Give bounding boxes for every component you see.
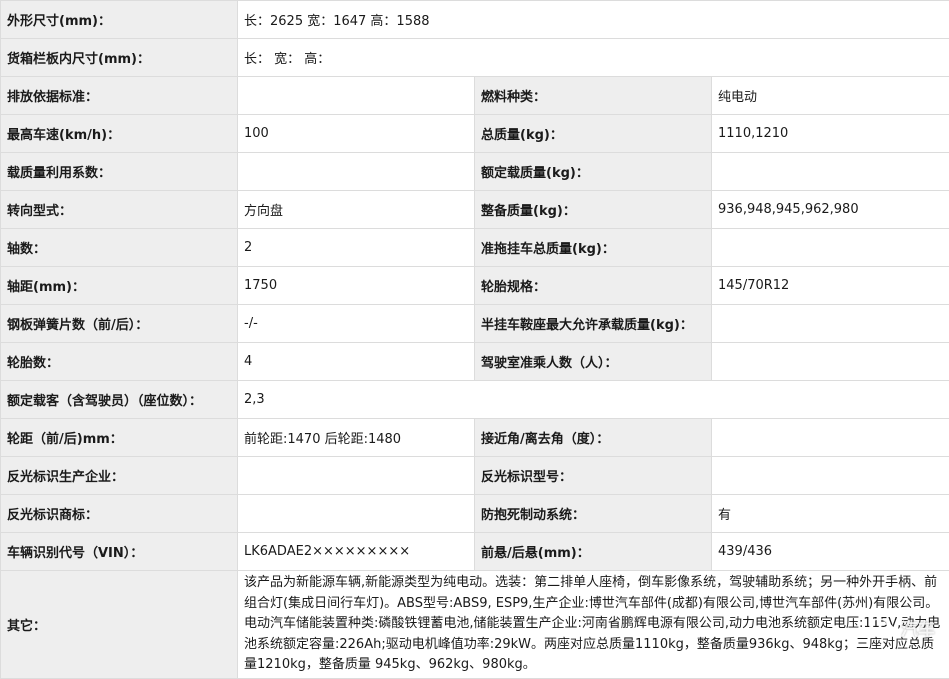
table-row: 载质量利用系数： 额定载质量(kg)： [1, 153, 949, 191]
field-value: 100 [238, 115, 475, 153]
vehicle-spec-table: 外形尺寸(mm)：长：2625 宽：1647 高：1588货箱栏板内尺寸(mm)… [0, 0, 949, 679]
table-row-other: 其它：该产品为新能源车辆,新能源类型为纯电动。选装：第二排单人座椅，倒车影像系统… [1, 571, 949, 679]
field-value: 长：2625 宽：1647 高：1588 [238, 1, 949, 39]
field-value [238, 495, 475, 533]
field-value: LK6ADAE2××××××××× [238, 533, 475, 571]
table-row: 轴距(mm)：1750轮胎规格：145/70R12 [1, 267, 949, 305]
table-row: 反光标识生产企业： 反光标识型号： [1, 457, 949, 495]
field-label: 反光标识商标： [1, 495, 238, 533]
table-row: 反光标识商标： 防抱死制动系统：有 [1, 495, 949, 533]
field-label: 外形尺寸(mm)： [1, 1, 238, 39]
field-label: 最高车速(km/h)： [1, 115, 238, 153]
field-label: 反光标识生产企业： [1, 457, 238, 495]
field-value: 1750 [238, 267, 475, 305]
field-value: 2,3 [238, 381, 949, 419]
field-label: 钢板弹簧片数（前/后）： [1, 305, 238, 343]
wechat-icon [869, 618, 895, 638]
field-label: 防抱死制动系统： [475, 495, 712, 533]
field-label: 准拖挂车总质量(kg)： [475, 229, 712, 267]
table-row: 轴数：2准拖挂车总质量(kg)： [1, 229, 949, 267]
watermark-text: 汽车 [901, 615, 935, 640]
field-value [238, 457, 475, 495]
field-label: 排放依据标准： [1, 77, 238, 115]
field-label: 整备质量(kg)： [475, 191, 712, 229]
field-label: 车辆识别代号（VIN）： [1, 533, 238, 571]
field-value: 4 [238, 343, 475, 381]
field-label: 反光标识型号： [475, 457, 712, 495]
field-label: 接近角/离去角（度）： [475, 419, 712, 457]
field-label: 轮胎规格： [475, 267, 712, 305]
other-notes: 该产品为新能源车辆,新能源类型为纯电动。选装：第二排单人座椅，倒车影像系统，驾驶… [238, 571, 949, 679]
table-row: 轮距（前/后)mm：前轮距:1470 后轮距:1480接近角/离去角（度）： [1, 419, 949, 457]
table-row: 额定载客（含驾驶员）（座位数）：2,3 [1, 381, 949, 419]
field-value: -/- [238, 305, 475, 343]
field-value [712, 419, 949, 457]
table-row: 外形尺寸(mm)：长：2625 宽：1647 高：1588 [1, 1, 949, 39]
field-label: 轴数： [1, 229, 238, 267]
field-value: 439/436 [712, 533, 949, 571]
field-label: 轮距（前/后)mm： [1, 419, 238, 457]
field-label: 轮胎数： [1, 343, 238, 381]
field-label: 货箱栏板内尺寸(mm)： [1, 39, 238, 77]
field-value: 纯电动 [712, 77, 949, 115]
table-row: 转向型式：方向盘整备质量(kg)：936,948,945,962,980 [1, 191, 949, 229]
table-row: 最高车速(km/h)：100总质量(kg)：1110,1210 [1, 115, 949, 153]
field-value: 2 [238, 229, 475, 267]
field-label: 总质量(kg)： [475, 115, 712, 153]
field-label: 驾驶室准乘人数（人）： [475, 343, 712, 381]
field-label: 其它： [1, 571, 238, 679]
field-value [712, 305, 949, 343]
field-label: 额定载质量(kg)： [475, 153, 712, 191]
watermark: 汽车 [869, 615, 935, 640]
field-value: 前轮距:1470 后轮距:1480 [238, 419, 475, 457]
field-value: 方向盘 [238, 191, 475, 229]
field-value [238, 153, 475, 191]
field-value: 长： 宽： 高： [238, 39, 949, 77]
spec-table-body: 外形尺寸(mm)：长：2625 宽：1647 高：1588货箱栏板内尺寸(mm)… [1, 1, 949, 679]
field-value: 有 [712, 495, 949, 533]
field-value: 145/70R12 [712, 267, 949, 305]
table-row: 货箱栏板内尺寸(mm)：长： 宽： 高： [1, 39, 949, 77]
table-row: 钢板弹簧片数（前/后）：-/-半挂车鞍座最大允许承载质量(kg)： [1, 305, 949, 343]
field-value [238, 77, 475, 115]
field-label: 燃料种类： [475, 77, 712, 115]
field-value [712, 153, 949, 191]
field-value [712, 457, 949, 495]
field-value [712, 343, 949, 381]
field-label: 转向型式： [1, 191, 238, 229]
field-label: 半挂车鞍座最大允许承载质量(kg)： [475, 305, 712, 343]
field-value: 1110,1210 [712, 115, 949, 153]
field-label: 载质量利用系数： [1, 153, 238, 191]
table-row: 轮胎数：4驾驶室准乘人数（人）： [1, 343, 949, 381]
field-value: 936,948,945,962,980 [712, 191, 949, 229]
field-label: 轴距(mm)： [1, 267, 238, 305]
field-label: 额定载客（含驾驶员）（座位数）： [1, 381, 238, 419]
table-row: 排放依据标准： 燃料种类：纯电动 [1, 77, 949, 115]
table-row: 车辆识别代号（VIN）：LK6ADAE2×××××××××前悬/后悬(mm)：4… [1, 533, 949, 571]
field-label: 前悬/后悬(mm)： [475, 533, 712, 571]
field-value [712, 229, 949, 267]
